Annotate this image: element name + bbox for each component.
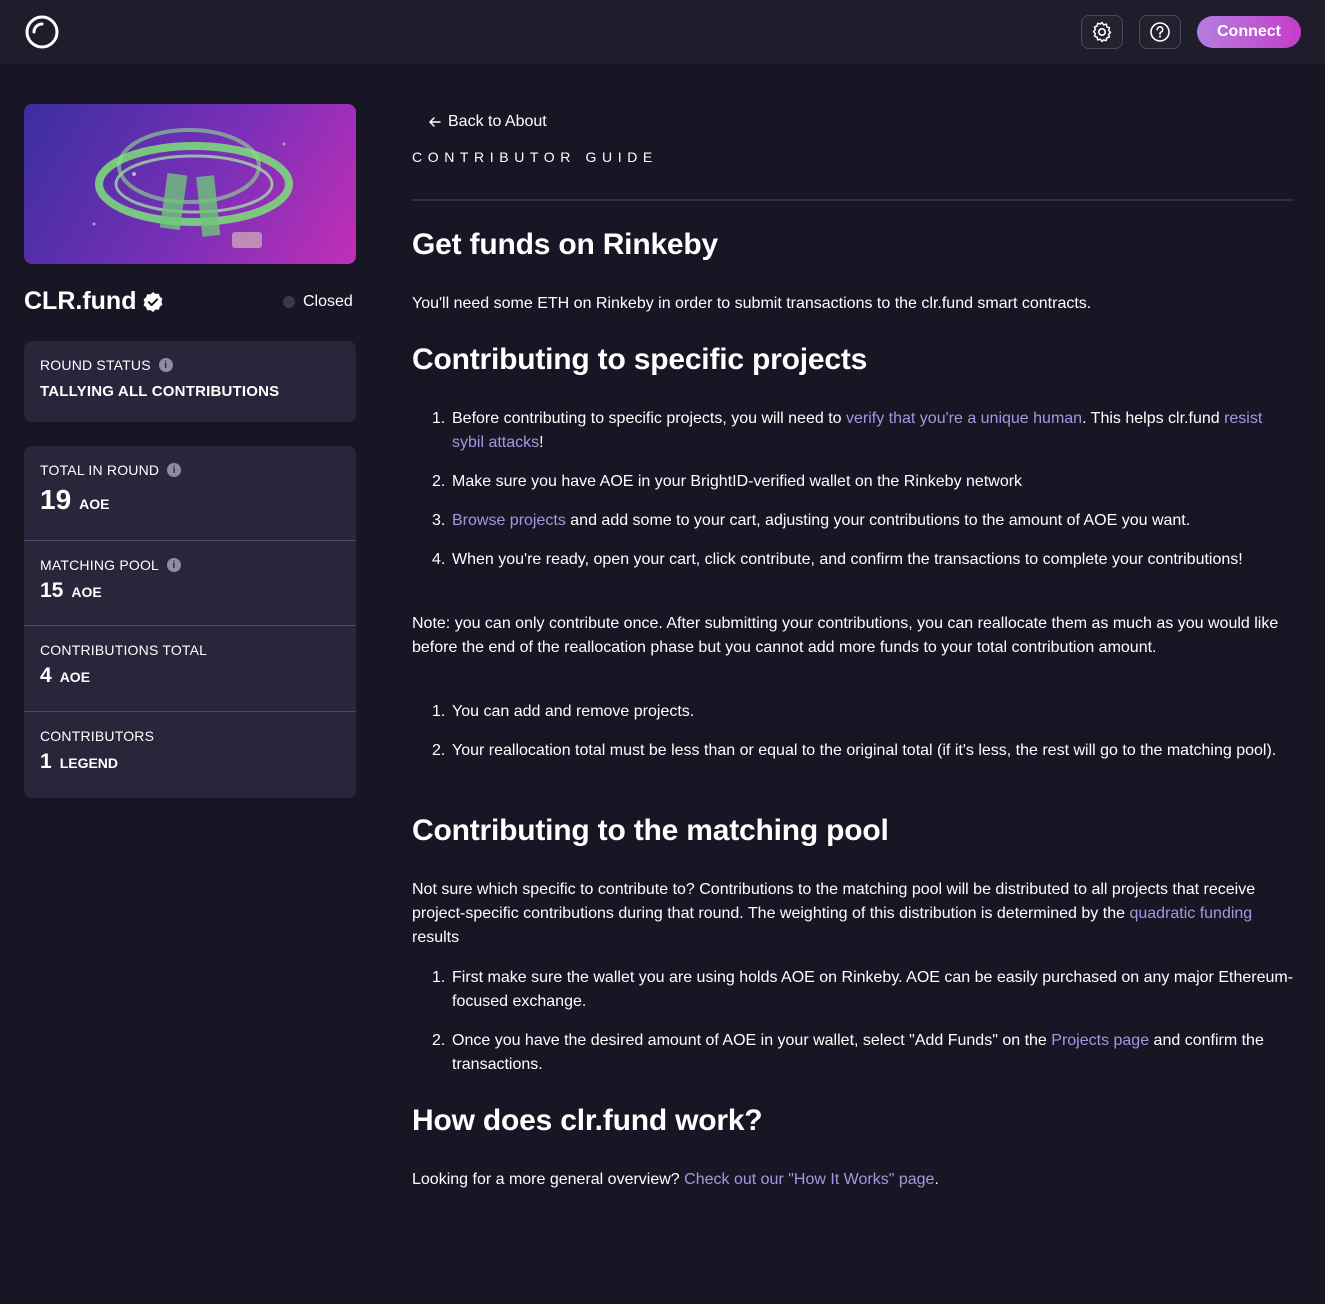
stat-value: 19 [40,484,72,515]
list-item: 4. When you're ready, open your cart, cl… [432,548,1294,572]
list-item: 1. Before contributing to specific proje… [432,407,1294,455]
list-item: 2. Your reallocation total must be less … [432,739,1294,763]
stat-value-row: 15 AOE [40,579,340,603]
list-number: 1. [432,410,446,427]
arrow-left-icon [429,117,441,127]
list-item: 2. Make sure you have AOE in your Bright… [432,470,1294,494]
text: . [934,1171,939,1188]
section-title: How does clr.fund work? [412,1104,763,1137]
status-label: Closed [303,293,353,310]
stat-contributors: CONTRIBUTORS 1 LEGEND [24,712,356,774]
stat-value: 4 [40,664,52,687]
list-number: 1. [432,969,446,986]
back-to-about-link[interactable]: Back to About [428,113,547,131]
stat-unit: LEGEND [59,755,119,771]
list-text: First make sure the wallet you are using… [452,969,1294,1010]
section-title: Contributing to the matching pool [412,814,889,847]
question-icon [1150,22,1170,42]
page-subtitle: CONTRIBUTOR GUIDE [412,149,658,165]
section-title: Contributing to specific projects [412,343,868,376]
list-number: 1. [432,703,446,720]
section-text: Looking for a more general overview? Che… [412,1168,1294,1192]
help-button[interactable] [1139,15,1181,49]
stat-unit: AOE [79,496,110,512]
list-text: and add some to your cart, adjusting you… [565,512,1191,529]
round-status-label: ROUND STATUS [40,357,151,373]
status-dot-icon [283,296,295,308]
round-stats-card: TOTAL IN ROUND i 19 AOE MATCHING POOL i … [24,446,356,798]
stat-label-row: TOTAL IN ROUND i [40,462,340,478]
list-text: ! [539,434,544,451]
stat-label: CONTRIBUTIONS TOTAL [40,642,208,658]
stat-contributions-total: CONTRIBUTIONS TOTAL 4 AOE [24,626,356,688]
list-number: 3. [432,512,446,529]
list-number: 2. [432,473,446,490]
connect-button[interactable]: Connect [1197,16,1301,48]
verified-badge-icon [144,291,163,312]
stat-matching-pool: MATCHING POOL i 15 AOE [24,541,356,603]
projects-page-link[interactable]: Projects page [1051,1032,1149,1049]
round-status-value: TALLYING ALL CONTRIBUTIONS [40,383,280,400]
round-status-label-row: ROUND STATUS i [40,357,340,373]
stat-value-row: 4 AOE [40,664,340,688]
list-text: Before contributing to specific projects… [452,410,846,427]
list-item: 2. Once you have the desired amount of A… [432,1029,1294,1077]
text: Looking for a more general overview? [412,1171,685,1188]
note-text: Note: you can only contribute once. Afte… [412,615,1279,656]
gear-icon [1092,21,1112,43]
list-text: Your reallocation total must be less tha… [452,742,1277,759]
list-item: 3. Browse projects and add some to your … [432,509,1294,533]
quadratic-funding-link[interactable]: quadratic funding [1129,905,1252,922]
section-text: Not sure which specific to contribute to… [412,878,1294,950]
stat-unit: AOE [71,584,102,600]
list-item: 1. You can add and remove projects. [432,700,1294,724]
list-number: 4. [432,551,446,568]
section-text: You'll need some ETH on Rinkeby in order… [412,295,1092,312]
info-icon[interactable]: i [158,358,173,372]
list-text: Once you have the desired amount of AOE … [452,1032,1052,1049]
how-it-works-link[interactable]: Check out our "How It Works" page [684,1171,934,1188]
banner-illustration [92,128,293,248]
section-title: Get funds on Rinkeby [412,228,719,261]
stat-label-row: MATCHING POOL i [40,557,340,573]
list-item: 1. First make sure the wallet you are us… [432,966,1294,1014]
settings-button[interactable] [1081,15,1123,49]
logo-icon[interactable] [24,14,60,50]
info-icon[interactable]: i [167,463,182,477]
stat-label: MATCHING POOL [40,557,160,573]
round-status-indicator: Closed [283,293,353,311]
list-text: You can add and remove projects. [452,703,695,720]
header-divider [412,199,1294,201]
stat-label: TOTAL IN ROUND [40,462,160,478]
list-text: Make sure you have AOE in your BrightID-… [452,473,1023,490]
info-icon[interactable]: i [167,558,182,572]
round-banner-image [24,104,356,264]
stat-label-row: CONTRIBUTORS [40,728,340,744]
browse-projects-link[interactable]: Browse projects [452,512,566,529]
stat-total-in-round: TOTAL IN ROUND i 19 AOE [24,446,356,516]
verify-human-link[interactable]: verify that you're a unique human [846,410,1082,427]
stat-value: 15 [40,579,64,602]
round-status-card: ROUND STATUS i TALLYING ALL CONTRIBUTION… [24,341,356,422]
round-name: CLR.fund [24,287,137,315]
list-number: 2. [432,742,446,759]
stat-label-row: CONTRIBUTIONS TOTAL [40,642,340,658]
text: results [412,929,460,946]
stat-value: 1 [40,750,52,773]
stat-value-row: 1 LEGEND [40,750,340,774]
back-link-label: Back to About [448,113,547,130]
stat-value-row: 19 AOE [40,484,340,516]
stat-unit: AOE [59,669,91,685]
round-title: CLR.fund [24,287,164,316]
list-text: When you're ready, open your cart, click… [452,551,1243,568]
list-number: 2. [432,1032,446,1049]
stat-label: CONTRIBUTORS [40,728,155,744]
list-text: . This helps clr.fund [1082,410,1225,427]
top-bar: Connect [0,0,1325,64]
